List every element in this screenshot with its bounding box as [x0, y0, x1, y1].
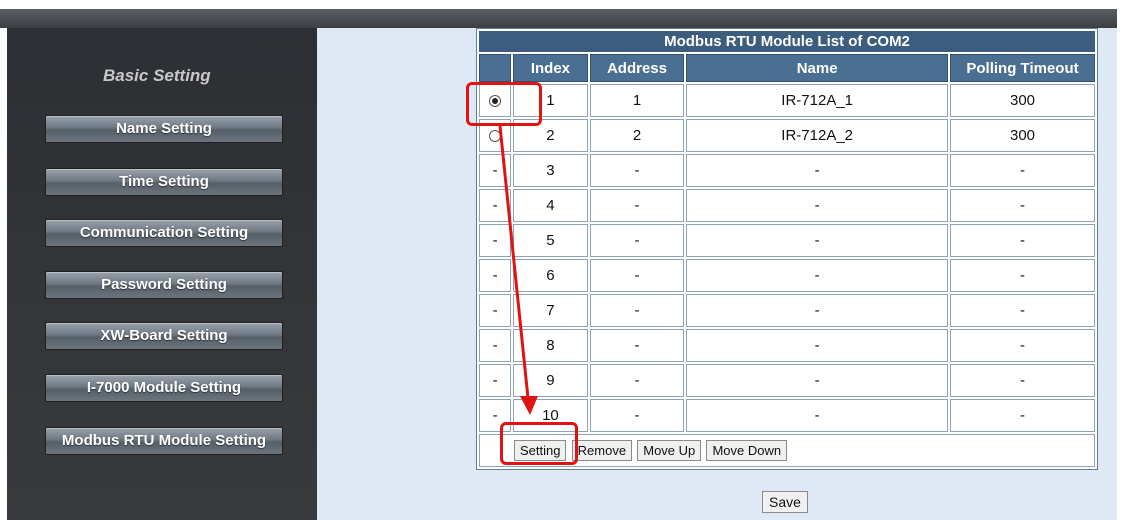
address-cell: -: [589, 399, 685, 432]
address-cell: -: [589, 189, 685, 222]
row-select-cell: -: [479, 154, 512, 187]
polling-timeout-cell: -: [950, 364, 1095, 397]
table-row: -6---: [479, 259, 1095, 292]
polling-timeout-cell: 300: [950, 119, 1095, 152]
column-header-address: Address: [589, 54, 685, 82]
address-cell: -: [589, 154, 685, 187]
column-header-polling-timeout: Polling Timeout: [950, 54, 1095, 82]
move-down-button[interactable]: Move Down: [706, 440, 788, 461]
polling-timeout-cell: -: [950, 399, 1095, 432]
polling-timeout-cell: -: [950, 329, 1095, 362]
polling-timeout-cell: -: [950, 189, 1095, 222]
top-bar: [0, 9, 1117, 28]
select-column-header: [479, 54, 512, 82]
polling-timeout-cell: 300: [950, 84, 1095, 117]
address-cell: -: [589, 259, 685, 292]
table-row: -4---: [479, 189, 1095, 222]
name-cell: -: [686, 399, 949, 432]
address-cell: -: [589, 294, 685, 327]
name-setting-button[interactable]: Name Setting: [45, 115, 283, 143]
index-cell: 6: [513, 259, 588, 292]
row-select-cell: -: [479, 294, 512, 327]
index-cell: 8: [513, 329, 588, 362]
highlight-box-setting: [500, 422, 578, 465]
address-cell: -: [589, 329, 685, 362]
index-cell: 7: [513, 294, 588, 327]
save-button[interactable]: Save: [762, 491, 808, 513]
communication-setting-button[interactable]: Communication Setting: [45, 219, 283, 247]
index-cell: 3: [513, 154, 588, 187]
table-row: -8---: [479, 329, 1095, 362]
row-select-cell: -: [479, 189, 512, 222]
polling-timeout-cell: -: [950, 259, 1095, 292]
name-cell: IR-712A_2: [686, 119, 949, 152]
row-select-cell: -: [479, 364, 512, 397]
table-caption: Modbus RTU Module List of COM2: [479, 31, 1095, 52]
name-cell: -: [686, 364, 949, 397]
table-row: 2 2 IR-712A_2 300: [479, 119, 1095, 152]
name-cell: -: [686, 294, 949, 327]
polling-timeout-cell: -: [950, 294, 1095, 327]
row-select-cell: -: [479, 329, 512, 362]
address-cell: -: [589, 224, 685, 257]
row-select-cell: -: [479, 224, 512, 257]
sidebar: Basic Setting Name Setting Time Setting …: [7, 28, 317, 520]
table-row: -7---: [479, 294, 1095, 327]
modbus-rtu-module-setting-button[interactable]: Modbus RTU Module Setting: [45, 427, 283, 455]
table-header-row: Index Address Name Polling Timeout: [479, 54, 1095, 82]
address-cell: 2: [589, 119, 685, 152]
index-cell: 4: [513, 189, 588, 222]
polling-timeout-cell: -: [950, 154, 1095, 187]
name-cell: IR-712A_1: [686, 84, 949, 117]
index-cell: 5: [513, 224, 588, 257]
table-row: 1 1 IR-712A_1 300: [479, 84, 1095, 117]
password-setting-button[interactable]: Password Setting: [45, 271, 283, 299]
highlight-box-radio: [466, 82, 542, 126]
name-cell: -: [686, 189, 949, 222]
table-row: -3---: [479, 154, 1095, 187]
move-up-button[interactable]: Move Up: [637, 440, 702, 461]
column-header-name: Name: [686, 54, 949, 82]
xw-board-setting-button[interactable]: XW-Board Setting: [45, 322, 283, 350]
polling-timeout-cell: -: [950, 224, 1095, 257]
remove-button[interactable]: Remove: [571, 440, 633, 461]
name-cell: -: [686, 224, 949, 257]
name-cell: -: [686, 259, 949, 292]
sidebar-title: Basic Setting: [103, 66, 211, 85]
row-select-cell: -: [479, 259, 512, 292]
radio-button[interactable]: [489, 130, 502, 143]
column-header-index: Index: [513, 54, 588, 82]
table-row: -5---: [479, 224, 1095, 257]
index-cell: 9: [513, 364, 588, 397]
address-cell: 1: [589, 84, 685, 117]
name-cell: -: [686, 154, 949, 187]
time-setting-button[interactable]: Time Setting: [45, 168, 283, 196]
table-row: -9---: [479, 364, 1095, 397]
modbus-module-table: Modbus RTU Module List of COM2 Index Add…: [476, 28, 1098, 470]
address-cell: -: [589, 364, 685, 397]
name-cell: -: [686, 329, 949, 362]
i7000-module-setting-button[interactable]: I-7000 Module Setting: [45, 374, 283, 402]
